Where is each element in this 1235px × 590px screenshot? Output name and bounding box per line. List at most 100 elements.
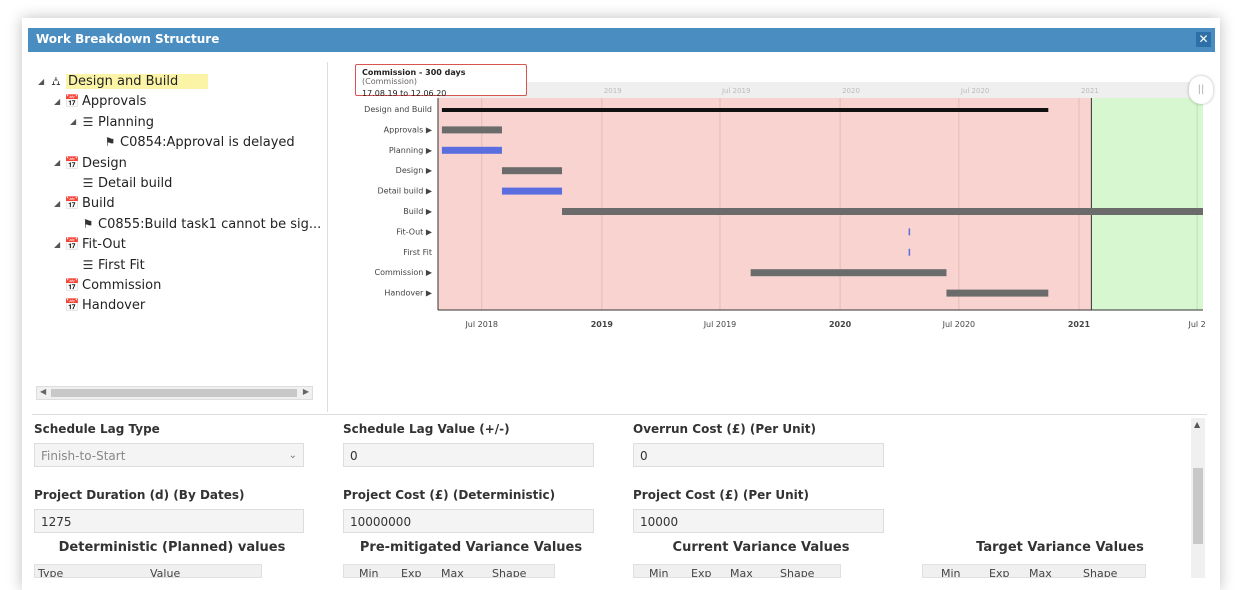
expand-toggle-icon[interactable]: ◢ — [54, 236, 64, 254]
tree-horizontal-scrollbar[interactable]: ◀ ▶ — [36, 386, 313, 400]
project-cost-per-unit-input[interactable]: 10000 — [633, 509, 884, 533]
column-header: Max — [441, 567, 464, 578]
gantt-row-label: Planning ▶ — [389, 146, 433, 155]
column-header: Max — [1029, 567, 1052, 578]
bottom-axis-tick-label: Jul 2018 — [464, 320, 498, 329]
top-axis-tick-label: Jul 2019 — [721, 87, 751, 95]
tree-node[interactable]: ◢ 📅 Design — [54, 154, 127, 172]
dialog-titlebar: Work Breakdown Structure ✕ — [28, 28, 1215, 52]
section-divider — [32, 414, 1207, 415]
column-header: Shape — [1083, 567, 1118, 578]
task-list-icon: ☰ — [82, 257, 94, 272]
scroll-right-icon[interactable]: ▶ — [303, 387, 309, 396]
gantt-chart: 2019 Jul 2019 2020 Jul 2020 2021 Jul 2018 2019… — [364, 82, 1206, 329]
tree-node[interactable]: ◢ ⛼ Design and Build — [38, 72, 209, 91]
tree-node[interactable]: ◢ 📅 Fit-Out — [54, 235, 126, 253]
schedule-lag-value-label: Schedule Lag Value (+/-) — [343, 422, 510, 436]
gantt-bar — [562, 208, 1203, 215]
tree-node-label: C0855:Build task1 cannot be sig... — [98, 216, 322, 232]
tree-node-label: C0854:Approval is delayed — [120, 135, 295, 151]
expand-toggle-icon[interactable]: ◢ — [70, 113, 80, 131]
tree-node[interactable]: ⚑ C0854:Approval is delayed — [92, 133, 295, 151]
calendar-icon: 📅 — [64, 155, 80, 170]
tree-node[interactable]: ☰ First Fit — [70, 256, 145, 274]
chart-drag-handle[interactable]: || — [1189, 76, 1213, 104]
tree-node-label: Planning — [98, 114, 154, 130]
tree-node-label: Fit-Out — [82, 237, 126, 253]
bottom-axis-tick-label: 2021 — [1068, 320, 1091, 329]
form-vertical-scrollbar[interactable]: ▲ — [1191, 418, 1205, 578]
deterministic-table-header: Type Value — [34, 564, 262, 578]
tree-node[interactable]: ⚑ C0855:Build task1 cannot be sig... — [70, 215, 322, 233]
schedule-lag-type-label: Schedule Lag Type — [34, 422, 160, 436]
column-header: Min — [941, 567, 961, 578]
gantt-row-label: Fit-Out ▶ — [396, 227, 433, 236]
pre-mitigated-table-header: Min Exp Max Shape — [343, 564, 555, 578]
target-table-header: Min Exp Max Shape — [922, 564, 1146, 578]
tree-node-label: Build — [82, 196, 115, 212]
tree-node-label: Approvals — [82, 94, 147, 110]
tooltip-dates: 17.08.19 to 12.06.20 — [362, 89, 447, 98]
project-duration-label: Project Duration (d) (By Dates) — [34, 488, 245, 502]
project-cost-deterministic-input[interactable]: 10000000 — [343, 509, 594, 533]
gantt-bar — [946, 289, 1049, 297]
tree-node[interactable]: 📅 Commission — [54, 276, 162, 294]
overrun-cost-input[interactable]: 0 — [633, 443, 884, 467]
pane-divider[interactable] — [327, 62, 328, 412]
bottom-axis-tick-label: Jul 2 — [1187, 320, 1205, 329]
tooltip-category: (Commission) — [362, 77, 418, 86]
project-duration-input[interactable]: 1275 — [34, 509, 304, 533]
top-axis-tick-label: 2019 — [604, 87, 622, 95]
scroll-left-icon[interactable]: ◀ — [40, 387, 46, 396]
bottom-axis-tick-label: Jul 2019 — [703, 320, 737, 329]
wbs-tree: ◢ ⛼ Design and Build ◢ 📅 Approvals ◢ ☰ Planning ⚑… — [32, 66, 322, 386]
calendar-icon: 📅 — [64, 94, 80, 109]
tree-node[interactable]: ◢ 📅 Build — [54, 194, 115, 212]
hierarchy-icon: ⛼ — [51, 74, 61, 88]
pre-mitigated-section-title: Pre-mitigated Variance Values — [359, 540, 583, 555]
flag-icon: ⚑ — [82, 216, 94, 231]
expand-toggle-icon[interactable]: ◢ — [54, 195, 64, 213]
tree-node[interactable]: ◢ ☰ Planning — [70, 113, 154, 131]
tree-node[interactable]: 📅 Handover — [54, 296, 146, 314]
tree-node-label: Detail build — [98, 176, 173, 191]
task-list-icon: ☰ — [82, 114, 94, 129]
gantt-row-label: Handover ▶ — [384, 289, 432, 298]
bottom-axis-tick-label: 2020 — [829, 320, 852, 329]
tree-node[interactable]: ☰ Detail build — [70, 174, 173, 192]
gantt-bar — [441, 126, 502, 134]
gantt-bar — [501, 187, 563, 195]
column-header: Exp — [691, 567, 712, 578]
dialog-title: Work Breakdown Structure — [36, 32, 220, 46]
column-header: Min — [359, 567, 379, 578]
scrollbar-thumb[interactable] — [51, 389, 297, 397]
gantt-future-region — [1091, 98, 1203, 310]
column-header: Exp — [401, 567, 422, 578]
close-icon[interactable]: ✕ — [1196, 32, 1211, 47]
current-table-header: Min Exp Max Shape — [633, 564, 841, 578]
expand-toggle-icon[interactable]: ◢ — [54, 154, 64, 172]
tree-node[interactable]: ◢ 📅 Approvals — [54, 92, 146, 110]
calendar-icon: 📅 — [64, 278, 80, 292]
bottom-axis-tick-label: Jul 2020 — [942, 320, 976, 329]
gantt-row-label: Approvals ▶ — [384, 125, 433, 134]
gantt-past-region — [438, 98, 1092, 310]
schedule-lag-value-input[interactable]: 0 — [343, 443, 594, 467]
schedule-lag-type-select[interactable]: Finish-to-Start ⌄ — [34, 443, 304, 467]
project-cost-per-unit-label: Project Cost (£) (Per Unit) — [633, 488, 809, 502]
bottom-axis-tick-label: 2019 — [591, 320, 614, 329]
gantt-row-label: Detail build ▶ — [378, 187, 433, 196]
gantt-row-label: Design and Build — [364, 105, 432, 114]
gantt-bar — [908, 248, 911, 256]
top-axis-tick-label: 2020 — [842, 87, 860, 95]
scrollbar-thumb[interactable] — [1193, 468, 1203, 544]
project-cost-deterministic-label: Project Cost (£) (Deterministic) — [343, 488, 556, 502]
gantt-bar — [908, 228, 911, 236]
tooltip-title: Commission - 300 days — [362, 68, 466, 77]
current-section-title: Current Variance Values — [672, 540, 850, 555]
expand-toggle-icon[interactable]: ◢ — [54, 93, 64, 111]
expand-toggle-icon[interactable]: ◢ — [38, 73, 48, 91]
scroll-up-icon[interactable]: ▲ — [1194, 420, 1200, 429]
calendar-icon: 📅 — [64, 196, 80, 211]
gantt-tooltip: Commission - 300 days (Commission) 17.08… — [355, 64, 527, 98]
